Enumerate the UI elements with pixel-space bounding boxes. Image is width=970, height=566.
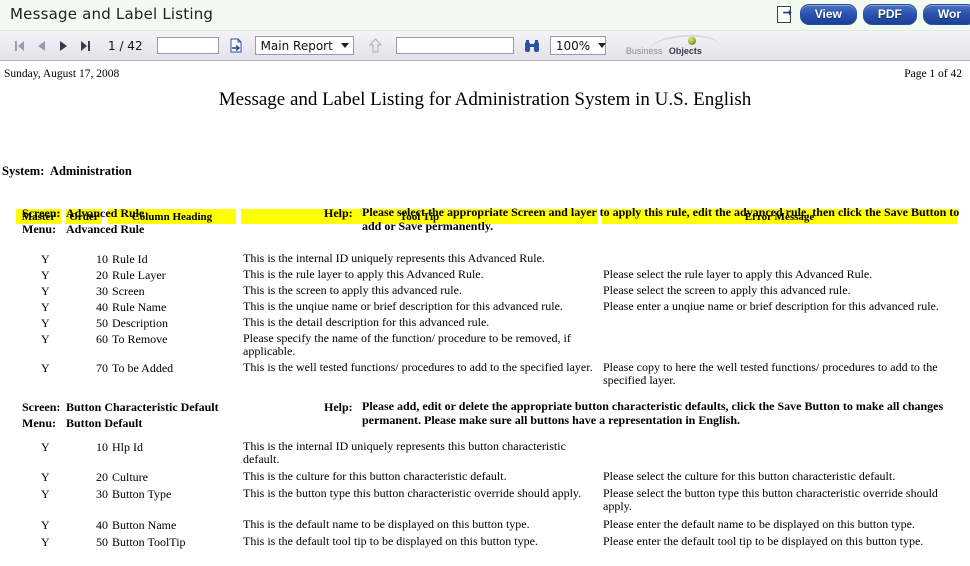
row-master-flag: Y (41, 487, 50, 501)
app-title: Message and Label Listing (10, 5, 214, 23)
row-column-heading: To be Added (112, 361, 174, 375)
section-menu-label: Menu: (22, 222, 56, 236)
row-tool-tip: This is the default name to be displayed… (243, 517, 530, 531)
row-order-number: 20 (96, 470, 108, 484)
brand-text-light: Business (625, 45, 663, 56)
row-column-heading: Rule Id (112, 252, 148, 266)
row-order-number: 40 (96, 300, 108, 314)
go-to-page-icon[interactable] (225, 36, 247, 56)
row-master-flag: Y (41, 470, 50, 484)
row-tool-tip: This is the detail description for this … (243, 315, 490, 329)
pdf-button[interactable]: PDF (862, 4, 917, 25)
section-help-text: Please select the appropriate Screen and… (362, 205, 963, 233)
row-tool-tip: This is the internal ID uniquely represe… (243, 439, 569, 467)
section-help-label: Help: (324, 400, 353, 414)
row-error-message: Please copy to here the well tested func… (603, 360, 941, 388)
row-error-message: Please select the screen to apply this a… (603, 283, 851, 297)
row-column-heading: Button ToolTip (112, 535, 186, 549)
report-toolbar: 1 / 42 Main Report 100% Business Objects (0, 31, 970, 61)
report-selector[interactable]: Main Report (254, 36, 354, 55)
row-order-number: 70 (96, 361, 108, 375)
row-error-message: Please select the culture for this butto… (603, 469, 896, 483)
next-page-icon[interactable] (52, 36, 74, 56)
brand-text-bold: Objects (668, 45, 702, 56)
row-master-flag: Y (41, 284, 50, 298)
report-system-label: System: Administration (2, 164, 132, 178)
row-tool-tip: This is the screen to apply this advance… (243, 283, 462, 297)
section-help-label: Help: (324, 206, 353, 220)
row-error-message: Please enter the default name to be disp… (603, 517, 915, 531)
row-tool-tip: This is the well tested functions/ proce… (243, 360, 593, 374)
report-canvas: Sunday, August 17, 2008 Page 1 of 42 Mes… (0, 61, 970, 566)
last-page-icon[interactable] (74, 36, 96, 56)
row-order-number: 50 (96, 535, 108, 549)
page-indicator: 1 / 42 (108, 38, 143, 53)
row-column-heading: Button Name (112, 518, 177, 532)
row-column-heading: Description (112, 316, 168, 330)
row-master-flag: Y (41, 316, 50, 330)
row-master-flag: Y (41, 252, 50, 266)
row-tool-tip: This is the button type this button char… (243, 486, 582, 500)
row-order-number: 10 (96, 252, 108, 266)
previous-page-icon[interactable] (30, 36, 52, 56)
business-objects-logo: Business Objects (625, 32, 721, 57)
row-tool-tip: This is the rule layer to apply this Adv… (243, 267, 484, 281)
section-screen-label: Screen: (22, 206, 61, 220)
section-help-text: Please add, edit or delete the appropria… (362, 399, 947, 427)
row-tool-tip: This is the unqiue name or brief descrip… (243, 299, 563, 313)
zoom-selector-value: 100% (555, 38, 591, 53)
row-order-number: 30 (96, 284, 108, 298)
row-tool-tip: This is the culture for this button char… (243, 469, 507, 483)
section-menu-value: Advanced Rule (66, 222, 145, 236)
row-column-heading: Rule Name (112, 300, 167, 314)
row-order-number: 30 (96, 487, 108, 501)
page-number-input[interactable] (156, 37, 219, 54)
row-master-flag: Y (41, 361, 50, 375)
row-master-flag: Y (41, 440, 50, 454)
section-screen-value: Advanced Rule (66, 206, 145, 220)
row-tool-tip: This is the default tool tip to be displ… (243, 534, 538, 548)
row-master-flag: Y (41, 518, 50, 532)
row-error-message: Please select the rule layer to apply th… (603, 267, 873, 281)
row-order-number: 20 (96, 268, 108, 282)
row-order-number: 10 (96, 440, 108, 454)
zoom-selector[interactable]: 100% (549, 36, 607, 55)
row-master-flag: Y (41, 535, 50, 549)
export-page-icon[interactable]: ➞ (776, 6, 794, 23)
row-column-heading: To Remove (112, 332, 168, 346)
row-column-heading: Culture (112, 470, 148, 484)
chevron-down-icon (340, 43, 349, 48)
drill-up-arrow-icon[interactable] (364, 36, 388, 56)
binoculars-search-icon[interactable] (520, 36, 544, 56)
row-master-flag: Y (41, 300, 50, 314)
row-error-message: Please enter the default tool tip to be … (603, 534, 924, 548)
report-selector-value: Main Report (260, 38, 333, 53)
row-column-heading: Button Type (112, 487, 172, 501)
section-screen-value: Button Characteristic Default (66, 400, 219, 414)
title-bar-actions: ➞ View PDF Wor (776, 4, 970, 25)
row-master-flag: Y (41, 332, 50, 346)
report-body: System: Administration Screen: Advanced Ru… (0, 61, 970, 566)
word-button[interactable]: Wor (922, 4, 970, 25)
window-title-bar: Message and Label Listing ➞ View PDF Wor (0, 0, 970, 31)
chevron-down-icon (598, 43, 607, 48)
search-input[interactable] (395, 37, 514, 54)
row-column-heading: Hlp Id (112, 440, 143, 454)
view-button[interactable]: View (799, 4, 857, 25)
row-tool-tip: Please specify the name of the function/… (243, 331, 574, 359)
first-page-icon[interactable] (8, 36, 30, 56)
row-order-number: 50 (96, 316, 108, 330)
row-column-heading: Screen (112, 284, 145, 298)
row-order-number: 60 (96, 332, 108, 346)
section-screen-label: Screen: (22, 400, 61, 414)
row-tool-tip: This is the internal ID uniquely represe… (243, 251, 545, 265)
section-menu-value: Button Default (66, 416, 143, 430)
row-error-message: Please select the button type this butto… (603, 486, 941, 514)
row-order-number: 40 (96, 518, 108, 532)
row-error-message: Please enter a unqiue name or brief desc… (603, 299, 939, 313)
row-column-heading: Rule Layer (112, 268, 166, 282)
row-master-flag: Y (41, 268, 50, 282)
section-menu-label: Menu: (22, 416, 56, 430)
